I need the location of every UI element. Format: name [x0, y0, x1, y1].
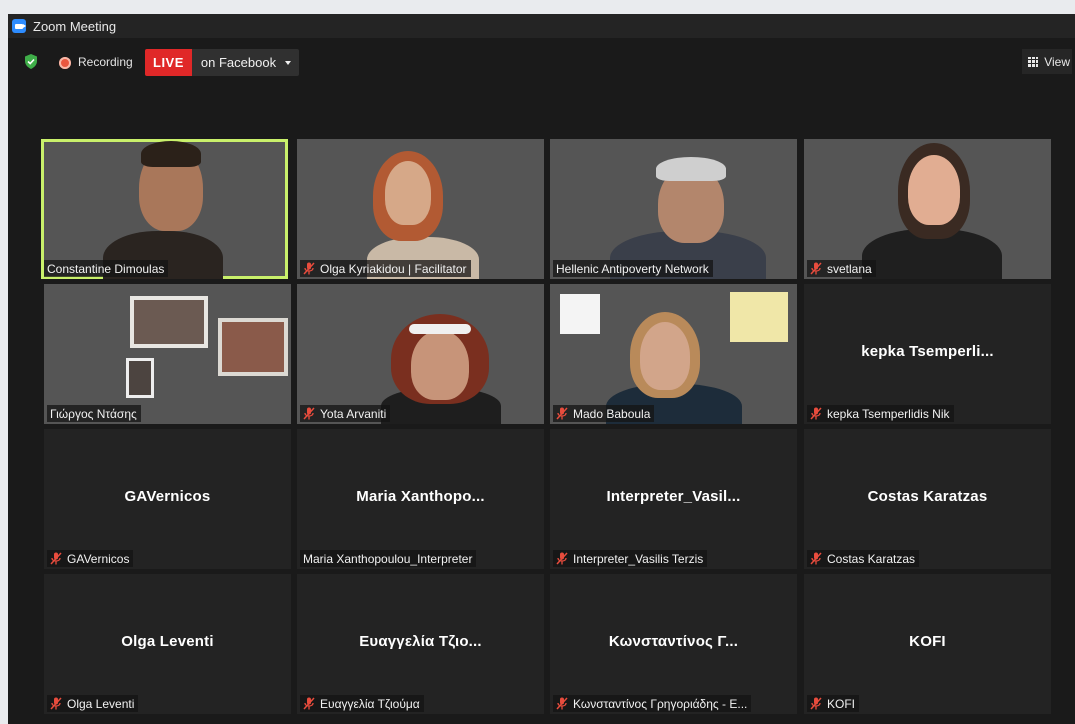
muted-mic-icon	[303, 407, 315, 420]
participant-nametag: Olga Kyriakidou | Facilitator	[300, 260, 471, 277]
participant-tile[interactable]: Olga Leventi Olga Leventi	[44, 574, 291, 714]
gallery-grid-icon	[1028, 56, 1039, 67]
shield-icon[interactable]	[24, 54, 38, 69]
participant-name: Maria Xanthopoulou_Interpreter	[303, 551, 473, 566]
participant-nametag: GAVernicos	[47, 550, 134, 567]
participant-display-name: GAVernicos	[124, 488, 211, 505]
participant-tile[interactable]: Interpreter_Vasil... Interpreter_Vasilis…	[550, 429, 797, 569]
participant-tile[interactable]: Κωνσταντίνος Γ... Κωνσταντίνος Γρηγοριάδ…	[550, 574, 797, 714]
live-destination[interactable]: on Facebook	[191, 49, 300, 76]
participant-name: Ευαγγελία Τζιούμα	[320, 696, 420, 711]
participant-name: Interpreter_Vasilis Terzis	[573, 551, 704, 566]
zoom-app-icon	[12, 19, 26, 33]
participant-name: Yota Arvaniti	[320, 406, 387, 421]
muted-mic-icon	[810, 697, 822, 710]
title-bar: Zoom Meeting	[8, 14, 1075, 38]
participant-display-name: KOFI	[909, 633, 946, 650]
participant-display-name: Maria Xanthopo...	[356, 488, 485, 505]
participant-display-name: Olga Leventi	[121, 633, 214, 650]
live-badge: LIVE	[145, 49, 192, 76]
participant-tile[interactable]: Ευαγγελία Τζιο... Ευαγγελία Τζιούμα	[297, 574, 544, 714]
participant-tile[interactable]: Γιώργος Ντάσης	[44, 284, 291, 424]
muted-mic-icon	[303, 262, 315, 275]
participant-nametag: Olga Leventi	[47, 695, 139, 712]
view-label: View	[1044, 54, 1070, 69]
participant-nametag: svetlana	[807, 260, 876, 277]
participant-tile[interactable]: Constantine Dimoulas	[41, 139, 288, 279]
participant-nametag: Γιώργος Ντάσης	[47, 405, 141, 422]
muted-mic-icon	[50, 552, 62, 565]
muted-mic-icon	[556, 407, 568, 420]
participant-tile[interactable]: Olga Kyriakidou | Facilitator	[297, 139, 544, 279]
participant-nametag: Interpreter_Vasilis Terzis	[553, 550, 708, 567]
muted-mic-icon	[556, 552, 568, 565]
participant-display-name: Costas Karatzas	[867, 488, 988, 505]
participant-name: Constantine Dimoulas	[47, 261, 165, 276]
participant-display-name: kepka Tsemperli...	[861, 343, 994, 360]
participant-display-name: Κωνσταντίνος Γ...	[608, 633, 739, 650]
participant-tile[interactable]: GAVernicos GAVernicos	[44, 429, 291, 569]
participant-tile[interactable]: Maria Xanthopo... Maria Xanthopoulou_Int…	[297, 429, 544, 569]
participant-name: GAVernicos	[67, 551, 130, 566]
participant-name: Hellenic Antipoverty Network	[556, 261, 709, 276]
muted-mic-icon	[810, 552, 822, 565]
window-title: Zoom Meeting	[33, 18, 117, 34]
muted-mic-icon	[556, 697, 568, 710]
recording-label: Recording	[78, 55, 133, 69]
participant-tile[interactable]: Hellenic Antipoverty Network	[550, 139, 797, 279]
participant-name: Κωνσταντίνος Γρηγοριάδης - Ε...	[573, 696, 748, 711]
participant-nametag: Yota Arvaniti	[300, 405, 391, 422]
participant-name: svetlana	[827, 261, 872, 276]
zoom-meeting-window: Zoom Meeting Recording LIVE on Facebook …	[8, 14, 1075, 724]
live-destination-label: on Facebook	[200, 55, 277, 70]
recording-icon	[59, 57, 71, 69]
muted-mic-icon	[810, 262, 822, 275]
participant-tile[interactable]: svetlana	[804, 139, 1051, 279]
participant-tile[interactable]: Yota Arvaniti	[297, 284, 544, 424]
participant-nametag: Costas Karatzas	[807, 550, 920, 567]
meeting-top-bar: Recording LIVE on Facebook View	[8, 38, 1075, 86]
participant-nametag: KOFI	[807, 695, 860, 712]
live-stream-button[interactable]: LIVE on Facebook	[145, 49, 300, 76]
participant-tile[interactable]: Costas Karatzas Costas Karatzas	[804, 429, 1051, 569]
participant-tile[interactable]: Mado Baboula	[550, 284, 797, 424]
participant-tile[interactable]: kepka Tsemperli... kepka Tsemperlidis Ni…	[804, 284, 1051, 424]
participant-name: Costas Karatzas	[827, 551, 916, 566]
view-button[interactable]: View	[1022, 49, 1072, 74]
participant-tile[interactable]: KOFI KOFI	[804, 574, 1051, 714]
participant-nametag: Κωνσταντίνος Γρηγοριάδης - Ε...	[553, 695, 752, 712]
participant-display-name: Ευαγγελία Τζιο...	[359, 633, 482, 650]
muted-mic-icon	[50, 697, 62, 710]
participant-name: Olga Leventi	[67, 696, 135, 711]
participant-nametag: kepka Tsemperlidis Nik	[807, 405, 954, 422]
participant-nametag: Mado Baboula	[553, 405, 655, 422]
chevron-down-icon	[285, 60, 292, 65]
participant-nametag: Maria Xanthopoulou_Interpreter	[300, 550, 477, 567]
participant-name: Olga Kyriakidou | Facilitator	[320, 261, 467, 276]
participant-name: kepka Tsemperlidis Nik	[827, 406, 950, 421]
muted-mic-icon	[303, 697, 315, 710]
participant-nametag: Hellenic Antipoverty Network	[553, 260, 713, 277]
participant-name: Mado Baboula	[573, 406, 651, 421]
muted-mic-icon	[810, 407, 822, 420]
participant-nametag: Ευαγγελία Τζιούμα	[300, 695, 424, 712]
participant-display-name: Interpreter_Vasil...	[606, 488, 741, 505]
participant-name: KOFI	[827, 696, 856, 711]
participant-name: Γιώργος Ντάσης	[50, 406, 137, 421]
participant-nametag: Constantine Dimoulas	[44, 260, 169, 277]
